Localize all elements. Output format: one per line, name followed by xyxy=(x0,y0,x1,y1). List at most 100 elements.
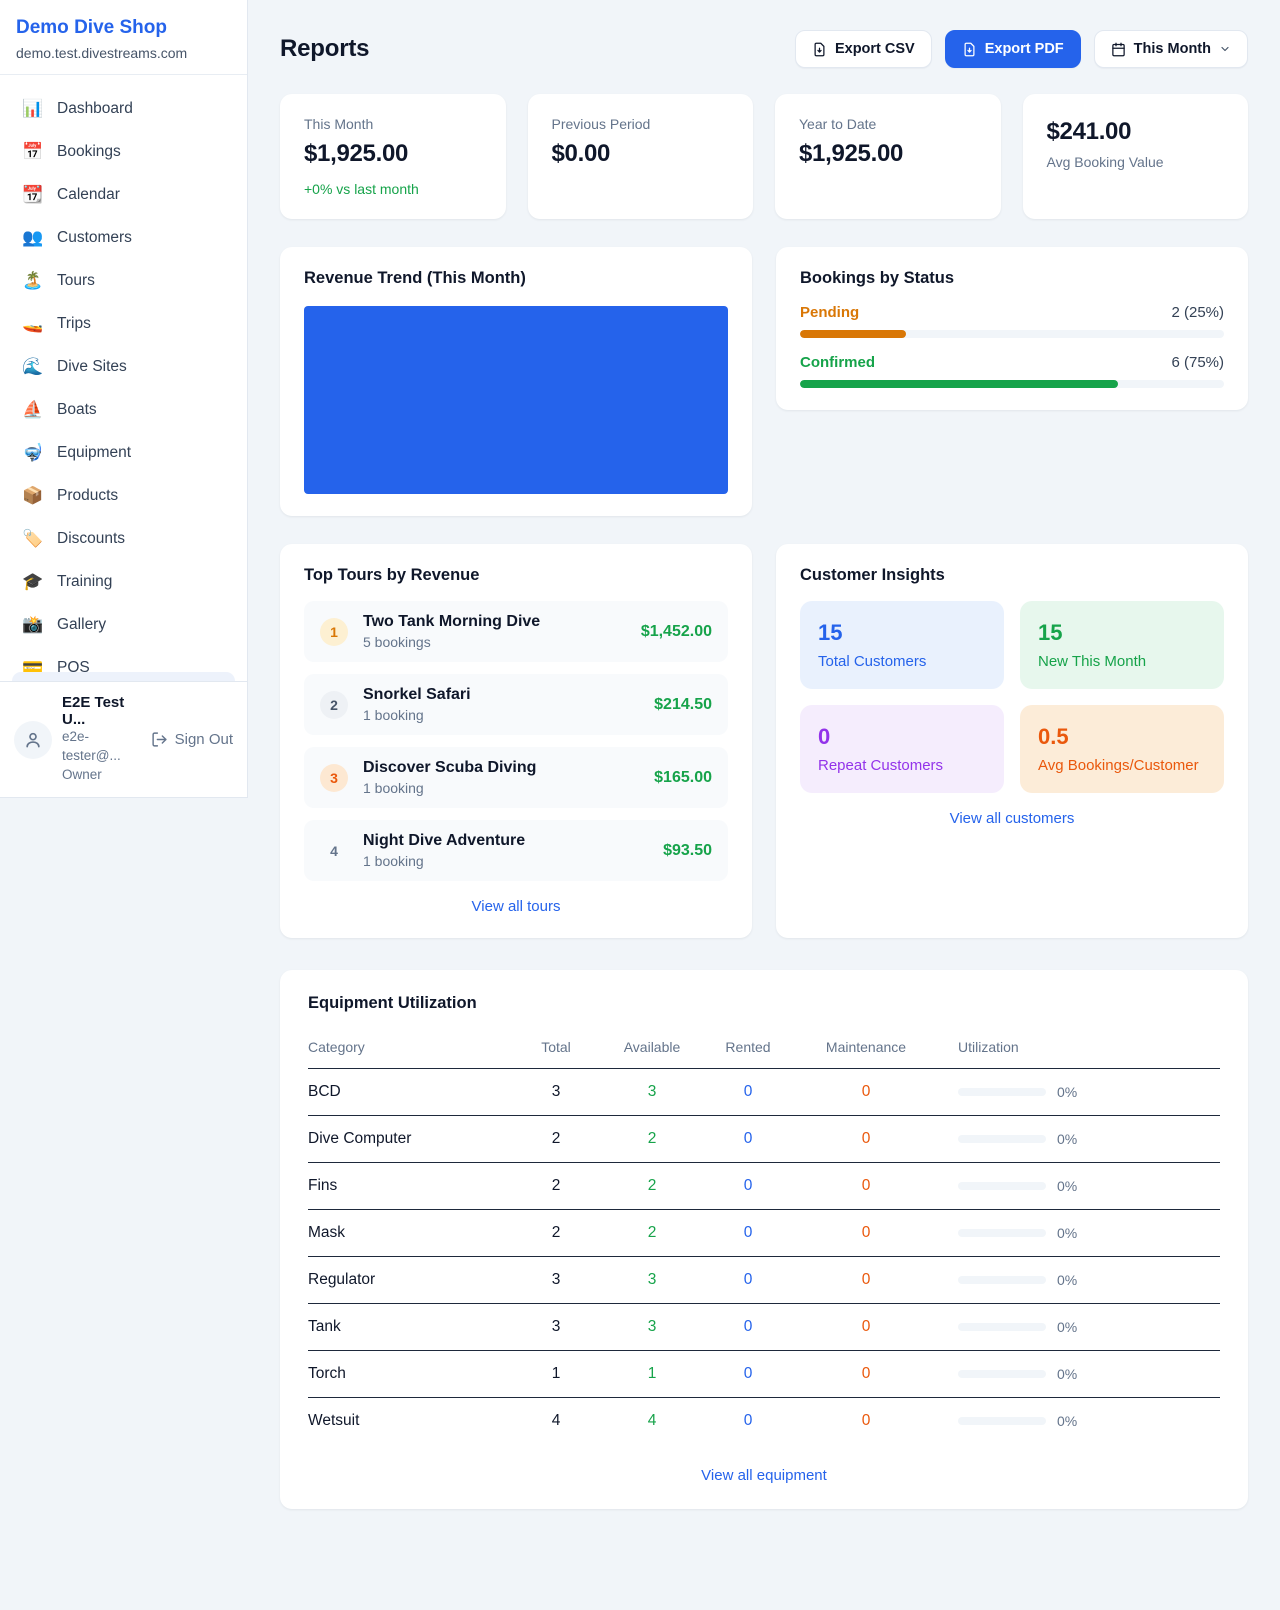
user-role: Owner xyxy=(62,766,141,785)
rank-badge: 1 xyxy=(320,618,348,646)
period-dropdown[interactable]: This Month xyxy=(1094,30,1248,68)
avatar xyxy=(14,721,52,759)
utilization-bar-track xyxy=(958,1323,1046,1331)
equipment-category: Dive Computer xyxy=(308,1130,508,1148)
utilization-bar-track xyxy=(958,1370,1046,1378)
equipment-available: 2 xyxy=(604,1224,700,1242)
equipment-category: Torch xyxy=(308,1365,508,1383)
equipment-utilization-title: Equipment Utilization xyxy=(308,994,1220,1013)
equipment-row: Tank 3 3 0 0 0% xyxy=(308,1304,1220,1351)
equipment-maintenance: 0 xyxy=(796,1318,936,1336)
nav-item-icon: 👥 xyxy=(22,228,44,248)
main-content: Reports Export CSV Export PDF xyxy=(248,0,1280,1549)
tour-bookings: 1 booking xyxy=(363,780,639,796)
equipment-maintenance: 0 xyxy=(796,1224,936,1242)
sidebar-item-training[interactable]: 🎓 Training xyxy=(12,562,235,602)
column-header-maintenance: Maintenance xyxy=(796,1039,936,1055)
export-csv-label: Export CSV xyxy=(835,41,915,57)
sidebar-item-boats[interactable]: ⛵ Boats xyxy=(12,390,235,430)
stat-value: $1,925.00 xyxy=(304,140,482,168)
nav-item-icon: 🎓 xyxy=(22,572,44,592)
status-count: 2 (25%) xyxy=(1171,304,1224,321)
nav-item-icon: 🏷️ xyxy=(22,529,44,549)
utilization-percent: 0% xyxy=(1057,1413,1077,1429)
utilization-percent: 0% xyxy=(1057,1131,1077,1147)
stat-card-avg-booking-value: $241.00 Avg Booking Value xyxy=(1023,94,1249,219)
nav-item-icon: 🏝️ xyxy=(22,271,44,291)
insight-tile: 15 New This Month xyxy=(1020,601,1224,689)
equipment-available: 2 xyxy=(604,1177,700,1195)
page-header: Reports Export CSV Export PDF xyxy=(280,30,1248,68)
sidebar-item-pos[interactable]: 💳 POS xyxy=(12,648,235,672)
equipment-total: 2 xyxy=(508,1224,604,1242)
tour-bookings: 1 booking xyxy=(363,853,648,869)
equipment-rented: 0 xyxy=(700,1177,796,1195)
stat-label: Year to Date xyxy=(799,116,977,132)
stat-label: Previous Period xyxy=(552,116,730,132)
equipment-category: Regulator xyxy=(308,1271,508,1289)
stat-value: $0.00 xyxy=(552,140,730,168)
view-all-customers-link[interactable]: View all customers xyxy=(800,809,1224,828)
view-all-equipment-link[interactable]: View all equipment xyxy=(308,1466,1220,1485)
nav-item-label: Boats xyxy=(57,401,97,419)
nav-item-icon: 📅 xyxy=(22,142,44,162)
utilization-bar-track xyxy=(958,1088,1046,1096)
status-bar-track xyxy=(800,380,1224,388)
nav-item-label: Gallery xyxy=(57,616,106,634)
insight-label: Avg Bookings/Customer xyxy=(1038,757,1206,774)
nav-item-icon: 📸 xyxy=(22,615,44,635)
insight-tile: 15 Total Customers xyxy=(800,601,1004,689)
sidebar-item-calendar[interactable]: 📆 Calendar xyxy=(12,175,235,215)
nav-item-label: Tours xyxy=(57,272,95,290)
bookings-status-card: Bookings by Status Pending 2 (25%) xyxy=(776,247,1248,410)
sidebar-item-dive-sites[interactable]: 🌊 Dive Sites xyxy=(12,347,235,387)
tour-row: 4 Night Dive Adventure 1 booking $93.50 xyxy=(304,820,728,881)
status-label: Pending xyxy=(800,304,859,321)
equipment-maintenance: 0 xyxy=(796,1412,936,1430)
sidebar-item-customers[interactable]: 👥 Customers xyxy=(12,218,235,258)
insight-value: 0.5 xyxy=(1038,724,1206,750)
status-bar-track xyxy=(800,330,1224,338)
utilization-bar-track xyxy=(958,1417,1046,1425)
equipment-available: 3 xyxy=(604,1271,700,1289)
equipment-total: 4 xyxy=(508,1412,604,1430)
equipment-row: Regulator 3 3 0 0 0% xyxy=(308,1257,1220,1304)
equipment-maintenance: 0 xyxy=(796,1083,936,1101)
sidebar-item-partial-highlight[interactable] xyxy=(12,672,235,681)
tour-row: 2 Snorkel Safari 1 booking $214.50 xyxy=(304,674,728,735)
view-all-tours-link[interactable]: View all tours xyxy=(304,897,728,916)
nav-item-icon: 🤿 xyxy=(22,443,44,463)
equipment-row: BCD 3 3 0 0 0% xyxy=(308,1069,1220,1116)
sidebar-item-dashboard[interactable]: 📊 Dashboard xyxy=(12,89,235,129)
insight-label: New This Month xyxy=(1038,653,1206,670)
equipment-available: 3 xyxy=(604,1083,700,1101)
tour-revenue: $93.50 xyxy=(663,842,712,860)
brand: Demo Dive Shop demo.test.divestreams.com xyxy=(0,0,247,75)
sidebar-item-tours[interactable]: 🏝️ Tours xyxy=(12,261,235,301)
sidebar-item-gallery[interactable]: 📸 Gallery xyxy=(12,605,235,645)
person-icon xyxy=(23,730,43,750)
sidebar-item-equipment[interactable]: 🤿 Equipment xyxy=(12,433,235,473)
sign-out-button[interactable]: Sign Out xyxy=(151,731,233,748)
equipment-rented: 0 xyxy=(700,1412,796,1430)
nav-item-icon: 📆 xyxy=(22,185,44,205)
rank-badge: 3 xyxy=(320,764,348,792)
export-csv-button[interactable]: Export CSV xyxy=(795,30,932,68)
nav-item-icon: 🌊 xyxy=(22,357,44,377)
tour-revenue: $214.50 xyxy=(654,696,712,714)
sidebar-item-trips[interactable]: 🚤 Trips xyxy=(12,304,235,344)
equipment-rented: 0 xyxy=(700,1365,796,1383)
equipment-total: 2 xyxy=(508,1130,604,1148)
stat-value: $241.00 xyxy=(1047,118,1225,146)
export-pdf-button[interactable]: Export PDF xyxy=(945,30,1081,68)
equipment-maintenance: 0 xyxy=(796,1177,936,1195)
sidebar-item-discounts[interactable]: 🏷️ Discounts xyxy=(12,519,235,559)
column-header-available: Available xyxy=(604,1039,700,1055)
nav-item-label: Equipment xyxy=(57,444,131,462)
nav-item-label: Dashboard xyxy=(57,100,133,118)
status-bar-fill xyxy=(800,380,1118,388)
sidebar-item-products[interactable]: 📦 Products xyxy=(12,476,235,516)
brand-title: Demo Dive Shop xyxy=(16,17,231,39)
sidebar-item-bookings[interactable]: 📅 Bookings xyxy=(12,132,235,172)
nav-item-icon: 📊 xyxy=(22,99,44,119)
